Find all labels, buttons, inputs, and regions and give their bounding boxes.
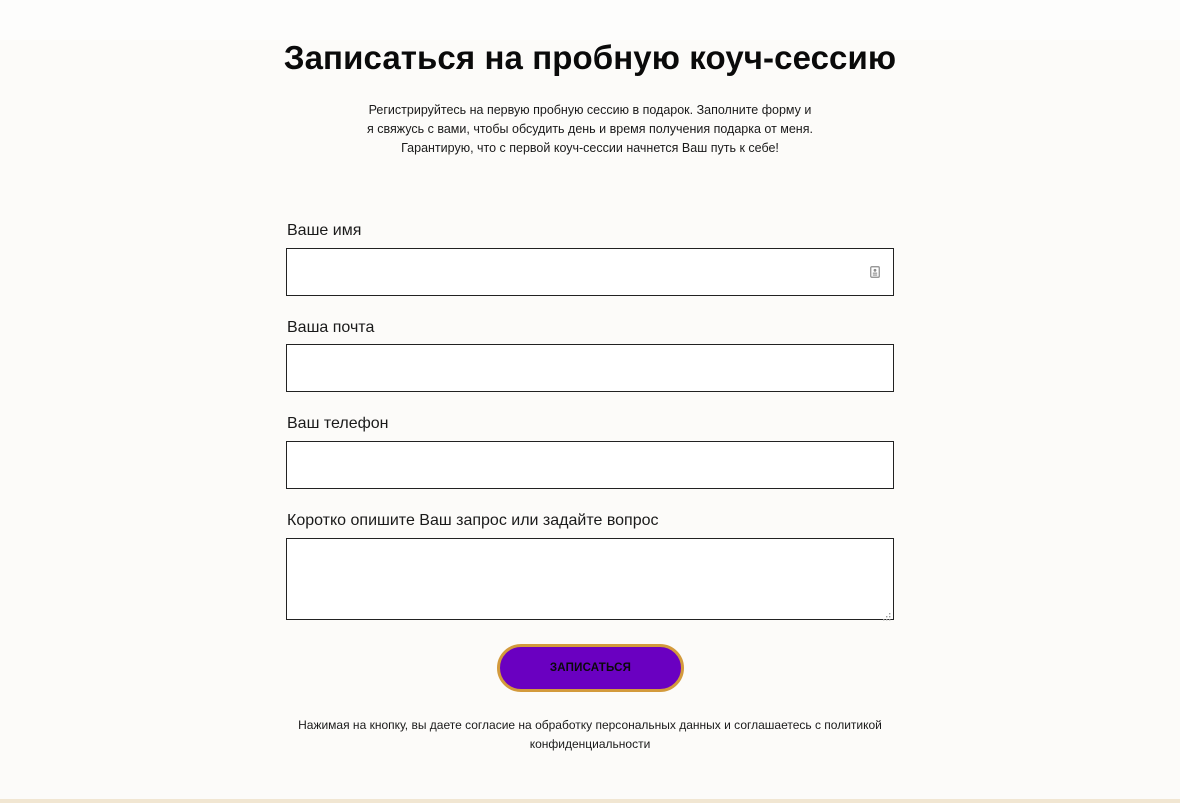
consent-text: Нажимая на кнопку, вы даете согласие на … <box>298 718 882 751</box>
email-label: Ваша почта <box>287 319 375 336</box>
header-band <box>0 0 1180 40</box>
page: Записаться на пробную коуч-сессию Регист… <box>0 0 1180 803</box>
contact-card-icon[interactable] <box>870 265 880 278</box>
footer-divider <box>0 799 1180 803</box>
message-label: Коротко опишите Ваш запрос или задайте в… <box>287 512 659 529</box>
form-description: Регистрируйтесь на первую пробную сессию… <box>367 103 813 155</box>
name-label: Ваше имя <box>287 222 362 239</box>
phone-input[interactable] <box>286 441 894 489</box>
submit-button[interactable]: ЗАПИСАТЬСЯ <box>497 644 684 692</box>
message-textarea[interactable] <box>286 538 894 620</box>
contact-card-icon-svg <box>870 266 880 278</box>
phone-label: Ваш телефон <box>287 415 389 432</box>
page-title: Записаться на пробную коуч-сессию <box>283 39 897 76</box>
name-input[interactable] <box>286 248 894 296</box>
resize-grip-icon[interactable] <box>882 608 891 621</box>
email-input[interactable] <box>286 344 894 392</box>
resize-grip-icon-svg <box>883 613 891 621</box>
